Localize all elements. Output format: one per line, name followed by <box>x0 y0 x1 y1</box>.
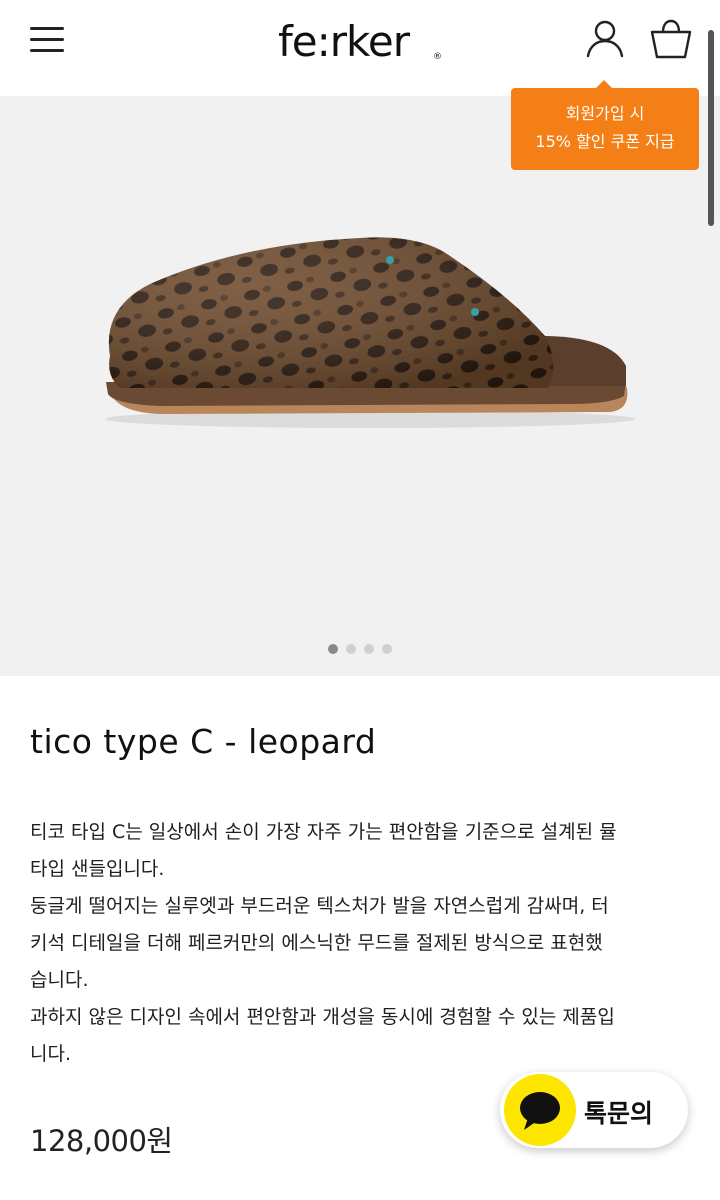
description-line: 둥글게 떨어지는 실루엣과 부드러운 텍스처가 발을 자연스럽게 감싸며, 터 <box>30 895 609 917</box>
kakao-chat-label: 톡문의 <box>584 1099 654 1128</box>
product-price: 128,000원 <box>30 1124 173 1158</box>
shopping-bag-icon-graphic <box>650 19 692 59</box>
carousel-indicator[interactable] <box>0 644 720 656</box>
description-line: 키석 디테일을 더해 페르커만의 에스닉한 무드를 절제된 방식으로 표현했 <box>30 932 603 954</box>
description-line: 니다. <box>30 1043 71 1065</box>
user-icon[interactable] <box>584 18 626 60</box>
promo-line-2: 15% 할인 쿠폰 지급 <box>535 132 675 151</box>
logo-text: fe:rker <box>278 17 410 66</box>
menu-line <box>30 49 64 52</box>
kakao-chat-bubble-icon <box>504 1074 576 1146</box>
brand-logo[interactable]: fe:rker ® <box>278 12 448 72</box>
description-line: 타입 샌들입니다. <box>30 858 165 880</box>
product-image-gallery[interactable] <box>0 96 720 676</box>
hamburger-menu-icon[interactable] <box>28 22 68 58</box>
promo-line-1: 회원가입 시 <box>565 104 645 123</box>
leopard-slipper-illustration <box>105 237 635 428</box>
menu-line <box>30 38 64 41</box>
carousel-dot-3[interactable] <box>364 644 374 654</box>
product-title: tico type C - leopard <box>30 722 377 761</box>
user-icon-graphic <box>586 20 624 58</box>
description-line: 티코 타입 C는 일상에서 손이 가장 자주 가는 편안함을 기준으로 설계된 … <box>30 821 617 843</box>
product-description: 티코 타입 C는 일상에서 손이 가장 자주 가는 편안함을 기준으로 설계된 … <box>30 814 690 1073</box>
carousel-dot-2[interactable] <box>346 644 356 654</box>
description-line: 과하지 않은 디자인 속에서 편안함과 개성을 동시에 경험할 수 있는 제품입 <box>30 1006 615 1028</box>
carousel-dot-1[interactable] <box>328 644 338 654</box>
product-image <box>90 216 650 446</box>
description-line: 습니다. <box>30 969 89 991</box>
carousel-dot-4[interactable] <box>382 644 392 654</box>
registered-mark: ® <box>433 52 442 62</box>
kakao-chat-button[interactable]: 톡문의 <box>500 1072 688 1148</box>
menu-line <box>30 27 64 30</box>
shopping-bag-icon[interactable] <box>648 18 694 60</box>
page-scrollbar[interactable] <box>708 30 714 226</box>
kakao-chat-bubble-graphic <box>520 1092 560 1130</box>
signup-coupon-tooltip[interactable]: 회원가입 시 15% 할인 쿠폰 지급 <box>511 80 699 170</box>
